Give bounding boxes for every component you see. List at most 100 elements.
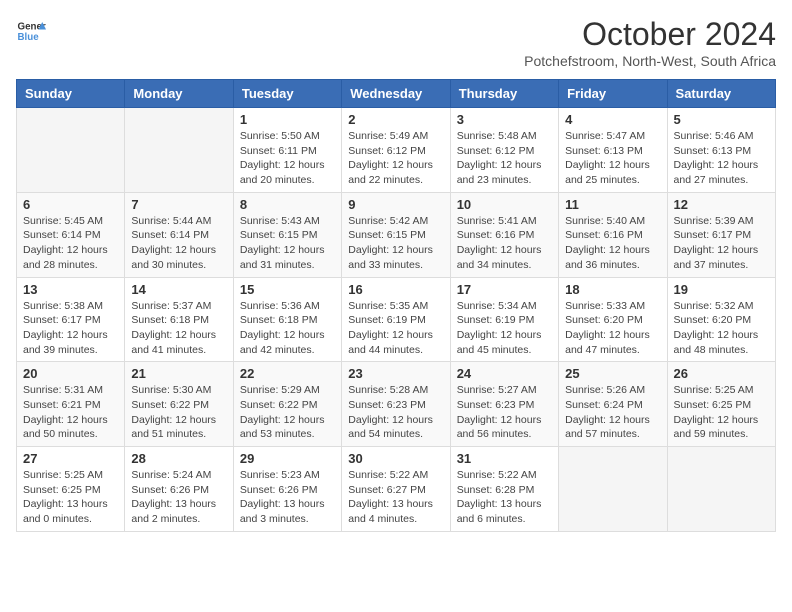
day-number: 26 [674, 366, 769, 381]
day-info: Sunrise: 5:42 AM Sunset: 6:15 PM Dayligh… [348, 214, 443, 273]
calendar-day-cell: 24 Sunrise: 5:27 AM Sunset: 6:23 PM Dayli… [450, 362, 558, 447]
day-number: 10 [457, 197, 552, 212]
day-of-week-header: Tuesday [233, 80, 341, 108]
day-info: Sunrise: 5:49 AM Sunset: 6:12 PM Dayligh… [348, 129, 443, 188]
day-number: 20 [23, 366, 118, 381]
day-number: 6 [23, 197, 118, 212]
day-info: Sunrise: 5:31 AM Sunset: 6:21 PM Dayligh… [23, 383, 118, 442]
day-info: Sunrise: 5:33 AM Sunset: 6:20 PM Dayligh… [565, 299, 660, 358]
calendar-header-row: SundayMondayTuesdayWednesdayThursdayFrid… [17, 80, 776, 108]
day-number: 13 [23, 282, 118, 297]
day-of-week-header: Friday [559, 80, 667, 108]
day-number: 2 [348, 112, 443, 127]
day-number: 22 [240, 366, 335, 381]
day-of-week-header: Sunday [17, 80, 125, 108]
logo-icon: General Blue [16, 16, 46, 46]
title-area: October 2024 Potchefstroom, North-West, … [524, 16, 776, 69]
day-info: Sunrise: 5:32 AM Sunset: 6:20 PM Dayligh… [674, 299, 769, 358]
day-number: 4 [565, 112, 660, 127]
calendar-day-cell: 22 Sunrise: 5:29 AM Sunset: 6:22 PM Dayli… [233, 362, 341, 447]
day-number: 19 [674, 282, 769, 297]
day-info: Sunrise: 5:38 AM Sunset: 6:17 PM Dayligh… [23, 299, 118, 358]
day-info: Sunrise: 5:46 AM Sunset: 6:13 PM Dayligh… [674, 129, 769, 188]
day-number: 16 [348, 282, 443, 297]
day-number: 9 [348, 197, 443, 212]
svg-text:Blue: Blue [18, 32, 40, 43]
calendar-table: SundayMondayTuesdayWednesdayThursdayFrid… [16, 79, 776, 532]
day-number: 27 [23, 451, 118, 466]
day-number: 1 [240, 112, 335, 127]
day-number: 25 [565, 366, 660, 381]
calendar-day-cell: 13 Sunrise: 5:38 AM Sunset: 6:17 PM Dayli… [17, 277, 125, 362]
day-info: Sunrise: 5:29 AM Sunset: 6:22 PM Dayligh… [240, 383, 335, 442]
calendar-day-cell: 30 Sunrise: 5:22 AM Sunset: 6:27 PM Dayli… [342, 447, 450, 532]
page-header: General Blue October 2024 Potchefstroom,… [16, 16, 776, 69]
calendar-day-cell: 11 Sunrise: 5:40 AM Sunset: 6:16 PM Dayli… [559, 192, 667, 277]
calendar-day-cell: 23 Sunrise: 5:28 AM Sunset: 6:23 PM Dayli… [342, 362, 450, 447]
day-info: Sunrise: 5:44 AM Sunset: 6:14 PM Dayligh… [131, 214, 226, 273]
calendar-day-cell: 12 Sunrise: 5:39 AM Sunset: 6:17 PM Dayli… [667, 192, 775, 277]
logo: General Blue [16, 16, 46, 46]
day-number: 29 [240, 451, 335, 466]
day-info: Sunrise: 5:35 AM Sunset: 6:19 PM Dayligh… [348, 299, 443, 358]
day-info: Sunrise: 5:34 AM Sunset: 6:19 PM Dayligh… [457, 299, 552, 358]
day-info: Sunrise: 5:48 AM Sunset: 6:12 PM Dayligh… [457, 129, 552, 188]
day-of-week-header: Saturday [667, 80, 775, 108]
calendar-day-cell: 1 Sunrise: 5:50 AM Sunset: 6:11 PM Daylig… [233, 108, 341, 193]
calendar-day-cell: 5 Sunrise: 5:46 AM Sunset: 6:13 PM Daylig… [667, 108, 775, 193]
day-info: Sunrise: 5:36 AM Sunset: 6:18 PM Dayligh… [240, 299, 335, 358]
calendar-week-row: 1 Sunrise: 5:50 AM Sunset: 6:11 PM Daylig… [17, 108, 776, 193]
day-info: Sunrise: 5:30 AM Sunset: 6:22 PM Dayligh… [131, 383, 226, 442]
day-number: 17 [457, 282, 552, 297]
day-info: Sunrise: 5:39 AM Sunset: 6:17 PM Dayligh… [674, 214, 769, 273]
day-number: 5 [674, 112, 769, 127]
day-number: 7 [131, 197, 226, 212]
calendar-day-cell: 8Sunrise: 5:43 AM Sunset: 6:15 PM Daylig… [233, 192, 341, 277]
day-info: Sunrise: 5:41 AM Sunset: 6:16 PM Dayligh… [457, 214, 552, 273]
calendar-day-cell: 21 Sunrise: 5:30 AM Sunset: 6:22 PM Dayli… [125, 362, 233, 447]
calendar-week-row: 6Sunrise: 5:45 AM Sunset: 6:14 PM Daylig… [17, 192, 776, 277]
calendar-day-cell: 7 Sunrise: 5:44 AM Sunset: 6:14 PM Daylig… [125, 192, 233, 277]
day-info: Sunrise: 5:27 AM Sunset: 6:23 PM Dayligh… [457, 383, 552, 442]
month-title: October 2024 [524, 16, 776, 53]
day-number: 11 [565, 197, 660, 212]
calendar-day-cell: 9 Sunrise: 5:42 AM Sunset: 6:15 PM Daylig… [342, 192, 450, 277]
day-info: Sunrise: 5:28 AM Sunset: 6:23 PM Dayligh… [348, 383, 443, 442]
calendar-day-cell: 26 Sunrise: 5:25 AM Sunset: 6:25 PM Dayli… [667, 362, 775, 447]
day-info: Sunrise: 5:22 AM Sunset: 6:28 PM Dayligh… [457, 468, 552, 527]
calendar-day-cell [667, 447, 775, 532]
calendar-day-cell: 16 Sunrise: 5:35 AM Sunset: 6:19 PM Dayli… [342, 277, 450, 362]
calendar-day-cell [17, 108, 125, 193]
day-number: 30 [348, 451, 443, 466]
calendar-day-cell: 17 Sunrise: 5:34 AM Sunset: 6:19 PM Dayli… [450, 277, 558, 362]
day-number: 21 [131, 366, 226, 381]
location-subtitle: Potchefstroom, North-West, South Africa [524, 53, 776, 69]
day-info: Sunrise: 5:22 AM Sunset: 6:27 PM Dayligh… [348, 468, 443, 527]
day-of-week-header: Thursday [450, 80, 558, 108]
calendar-day-cell: 20 Sunrise: 5:31 AM Sunset: 6:21 PM Dayli… [17, 362, 125, 447]
calendar-day-cell: 29 Sunrise: 5:23 AM Sunset: 6:26 PM Dayli… [233, 447, 341, 532]
day-info: Sunrise: 5:25 AM Sunset: 6:25 PM Dayligh… [674, 383, 769, 442]
day-number: 24 [457, 366, 552, 381]
calendar-day-cell: 14Sunrise: 5:37 AM Sunset: 6:18 PM Dayli… [125, 277, 233, 362]
calendar-day-cell: 6Sunrise: 5:45 AM Sunset: 6:14 PM Daylig… [17, 192, 125, 277]
day-info: Sunrise: 5:40 AM Sunset: 6:16 PM Dayligh… [565, 214, 660, 273]
calendar-week-row: 20 Sunrise: 5:31 AM Sunset: 6:21 PM Dayli… [17, 362, 776, 447]
calendar-day-cell: 19 Sunrise: 5:32 AM Sunset: 6:20 PM Dayli… [667, 277, 775, 362]
day-number: 28 [131, 451, 226, 466]
day-number: 18 [565, 282, 660, 297]
calendar-day-cell: 10 Sunrise: 5:41 AM Sunset: 6:16 PM Dayli… [450, 192, 558, 277]
day-number: 23 [348, 366, 443, 381]
day-info: Sunrise: 5:50 AM Sunset: 6:11 PM Dayligh… [240, 129, 335, 188]
day-info: Sunrise: 5:37 AM Sunset: 6:18 PM Dayligh… [131, 299, 226, 358]
day-info: Sunrise: 5:23 AM Sunset: 6:26 PM Dayligh… [240, 468, 335, 527]
day-number: 12 [674, 197, 769, 212]
day-number: 15 [240, 282, 335, 297]
calendar-day-cell: 3Sunrise: 5:48 AM Sunset: 6:12 PM Daylig… [450, 108, 558, 193]
calendar-day-cell: 18 Sunrise: 5:33 AM Sunset: 6:20 PM Dayli… [559, 277, 667, 362]
calendar-day-cell: 31Sunrise: 5:22 AM Sunset: 6:28 PM Dayli… [450, 447, 558, 532]
day-info: Sunrise: 5:26 AM Sunset: 6:24 PM Dayligh… [565, 383, 660, 442]
calendar-day-cell: 27Sunrise: 5:25 AM Sunset: 6:25 PM Dayli… [17, 447, 125, 532]
day-of-week-header: Wednesday [342, 80, 450, 108]
calendar-day-cell: 15 Sunrise: 5:36 AM Sunset: 6:18 PM Dayli… [233, 277, 341, 362]
